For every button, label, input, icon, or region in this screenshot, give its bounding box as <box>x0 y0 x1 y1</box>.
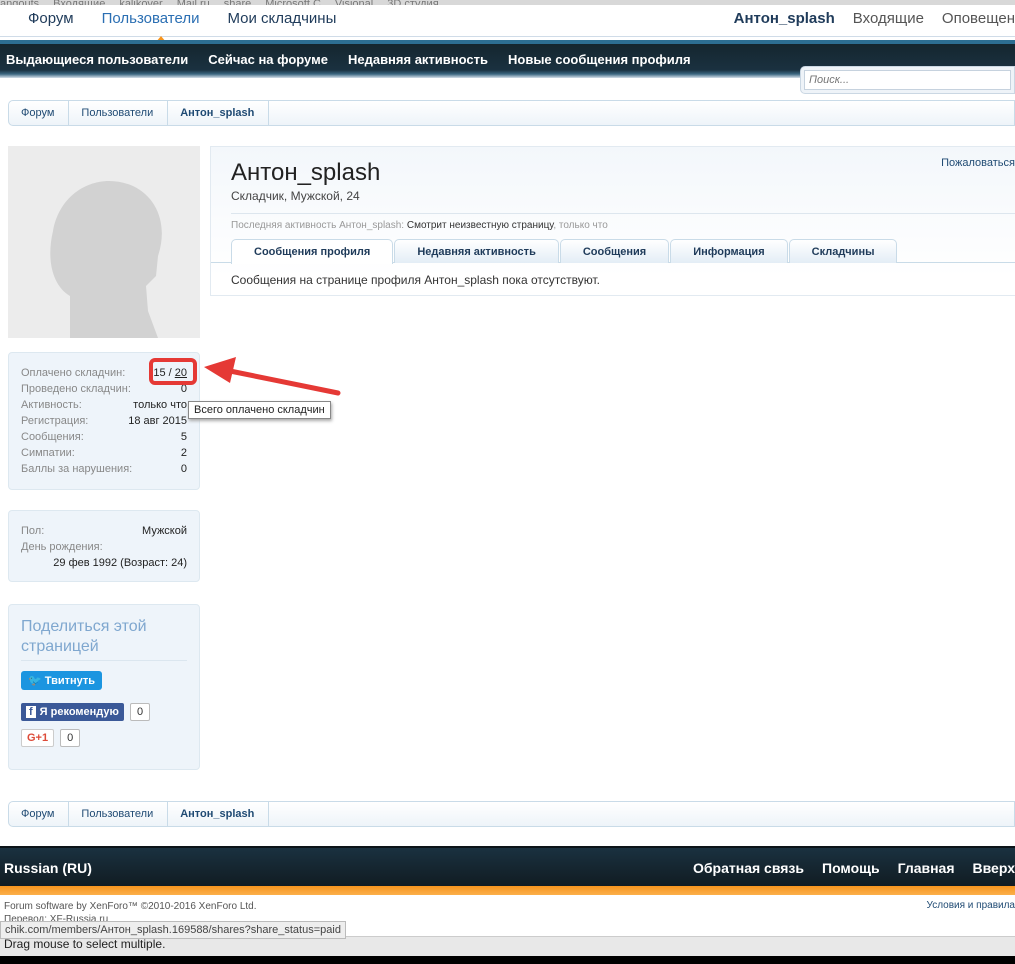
info-box: Пол: Мужской День рождения: 29 фев 1992 (… <box>8 510 200 582</box>
gplus-count: 0 <box>60 729 81 747</box>
footer-top[interactable]: Вверх <box>973 860 1015 876</box>
footer-home[interactable]: Главная <box>898 860 955 876</box>
highlight-annotation <box>149 358 197 385</box>
tweet-button[interactable]: 🐦 Твитнуть <box>21 671 103 690</box>
facebook-count: 0 <box>129 703 151 721</box>
language-chooser[interactable]: Russian (RU) <box>4 860 92 876</box>
nav-users[interactable]: Пользователи <box>102 10 200 27</box>
facebook-like-button[interactable]: fЯ рекомендую <box>21 703 124 721</box>
search-input[interactable] <box>804 70 1011 90</box>
nav-username[interactable]: Антон_splash <box>734 10 835 27</box>
nav-inbox[interactable]: Входящие <box>853 10 924 27</box>
breadcrumb-bottom: Форум Пользователи Антон_splash <box>8 801 1015 827</box>
tab-profile-posts[interactable]: Сообщения профиля <box>231 239 394 264</box>
subnav-recent[interactable]: Недавняя активность <box>348 52 488 67</box>
profile-tabs: Сообщения профиля Недавняя активность Со… <box>211 239 1015 264</box>
avatar <box>8 146 200 338</box>
terms-link[interactable]: Условия и правила <box>927 900 1015 911</box>
default-avatar-icon <box>50 181 162 338</box>
drag-hint: Drag mouse to select multiple. <box>0 936 1015 956</box>
report-link[interactable]: Пожаловаться <box>941 157 1015 169</box>
footer-help[interactable]: Помощь <box>822 860 880 876</box>
profile-subtitle: Складчик, Мужской, 24 <box>231 189 360 203</box>
stat-row: Сообщения: 5 <box>21 431 187 443</box>
gplus-button[interactable]: G+1 <box>21 729 55 747</box>
red-arrow-annotation <box>204 357 341 396</box>
subnav-notable[interactable]: Выдающиеся пользователи <box>6 52 188 67</box>
crumb-users[interactable]: Пользователи <box>69 802 169 826</box>
search-box <box>800 66 1015 94</box>
tab-info[interactable]: Информация <box>670 239 788 263</box>
crumb-user[interactable]: Антон_splash <box>168 802 270 826</box>
breadcrumb: Форум Пользователи Антон_splash <box>8 100 1015 126</box>
nav-forum[interactable]: Форум <box>28 10 74 27</box>
tooltip: Всего оплачено складчин <box>188 401 331 419</box>
bottom-edge <box>0 956 1015 964</box>
footer: Russian (RU) Обратная связь Помощь Главная… <box>0 846 1015 886</box>
status-bar-url: chik.com/members/Антон_splash.169588/sha… <box>0 921 346 939</box>
footer-feedback[interactable]: Обратная связь <box>693 860 804 876</box>
top-nav: Форум Пользователи Мои складчины Антон_spl… <box>0 5 1015 42</box>
empty-message: Сообщения на странице профиля Антон_spla… <box>231 273 600 287</box>
tab-skladchiny[interactable]: Складчины <box>788 239 898 263</box>
footer-stripe <box>0 886 1015 895</box>
nav-alerts[interactable]: Оповещен <box>942 10 1015 27</box>
crumb-users[interactable]: Пользователи <box>69 101 169 125</box>
share-title: Поделиться этой страницей <box>21 617 187 661</box>
nav-my-skladchiny[interactable]: Мои складчины <box>227 10 336 27</box>
profile-name: Антон_splash <box>231 159 381 186</box>
stat-row: Регистрация: 18 авг 2015 <box>21 415 187 427</box>
tab-posts[interactable]: Сообщения <box>559 239 670 263</box>
stat-row: Баллы за нарушения: 0 <box>21 463 187 475</box>
subnav-new-posts[interactable]: Новые сообщения профиля <box>508 52 691 67</box>
crumb-forum[interactable]: Форум <box>9 101 70 125</box>
share-box: Поделиться этой страницей 🐦 Твитнуть fЯ … <box>8 604 200 770</box>
last-activity: Последняя активность Антон_splash: Смотр… <box>231 213 1015 231</box>
twitter-icon: 🐦 <box>28 675 45 687</box>
stat-row: Симпатии: 2 <box>21 447 187 459</box>
tab-recent-activity[interactable]: Недавняя активность <box>394 239 559 263</box>
subnav-online[interactable]: Сейчас на форуме <box>208 52 328 67</box>
crumb-forum[interactable]: Форум <box>9 802 70 826</box>
profile-main: Антон_splash Складчик, Мужской, 24 Пожал… <box>210 146 1015 296</box>
crumb-user[interactable]: Антон_splash <box>168 101 270 125</box>
stat-row: Активность: только что <box>21 399 187 411</box>
facebook-icon: f <box>26 706 36 718</box>
